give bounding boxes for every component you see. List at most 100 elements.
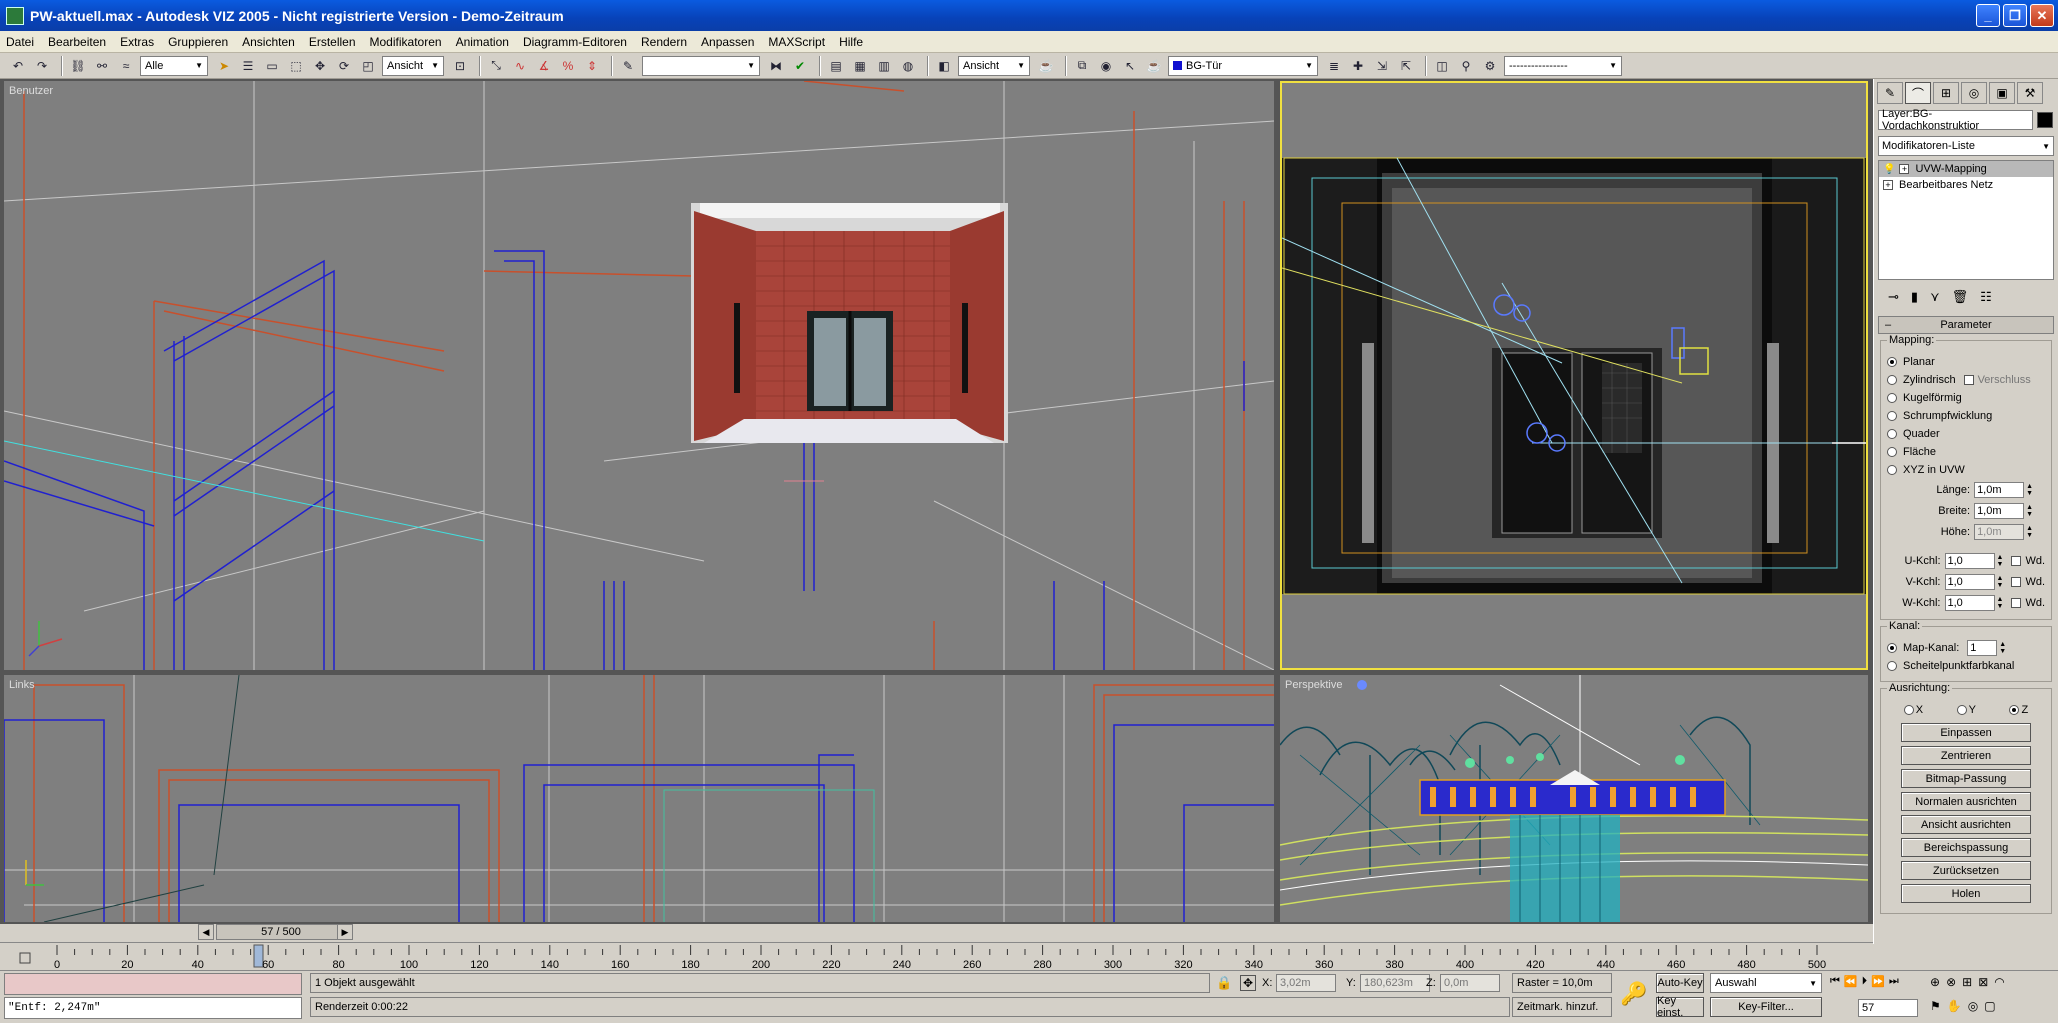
align-y-radio[interactable]: Y xyxy=(1956,704,1976,716)
zoom-extents-all-icon[interactable]: ⊠ xyxy=(1978,975,1988,989)
material-editor-icon[interactable]: ◍ xyxy=(898,56,918,76)
modify-tab-icon[interactable]: ⌒ xyxy=(1905,82,1931,104)
snap-toggle-icon[interactable]: ∿ xyxy=(510,56,530,76)
spinner-arrows-icon[interactable]: ▲ ▼ xyxy=(1997,596,2004,610)
add-to-layer-icon[interactable]: ⇲ xyxy=(1372,56,1392,76)
menu-maxscript[interactable]: MAXScript xyxy=(768,35,825,49)
zoom-all-icon[interactable]: ⊗ xyxy=(1946,975,1956,989)
pan-icon[interactable]: ✋ xyxy=(1947,999,1962,1013)
make-unique-icon[interactable]: ⋎ xyxy=(1930,289,1940,305)
settings-icon[interactable]: ⚙ xyxy=(1480,56,1500,76)
close-button[interactable]: ✕ xyxy=(2030,4,2054,27)
quick-render-icon[interactable]: ☕ xyxy=(1036,56,1056,76)
motion-tab-icon[interactable]: ◎ xyxy=(1961,82,1987,104)
object-color-swatch[interactable] xyxy=(2037,112,2053,128)
hierarchy-tab-icon[interactable]: ⊞ xyxy=(1933,82,1959,104)
remove-modifier-icon[interactable]: 🗑 xyxy=(1952,289,1969,305)
viewport-label-user[interactable]: Benutzer xyxy=(9,85,53,97)
spinner-arrows-icon[interactable]: ▲ ▼ xyxy=(1997,554,2004,568)
script-output-field[interactable]: "Entf: 2,247m" xyxy=(4,997,302,1019)
menu-extras[interactable]: Extras xyxy=(120,35,154,49)
align-icon[interactable]: ✔ xyxy=(790,56,810,76)
mapping-xyz-radio[interactable]: XYZ in UVW xyxy=(1887,461,2045,479)
time-slider-prev-button[interactable]: ◀ xyxy=(198,924,214,940)
height-spinner[interactable]: 1,0m xyxy=(1974,523,2025,540)
zoom-extents-icon[interactable]: ⊞ xyxy=(1962,975,1972,989)
render-scene-icon[interactable]: ◧ xyxy=(934,56,954,76)
viewport-left[interactable]: Links xyxy=(4,675,1274,922)
restore-button[interactable]: ❐ xyxy=(2003,4,2027,27)
viewport-user[interactable]: Benutzer xyxy=(4,81,1274,670)
select-manipulate-icon[interactable]: ⤡ xyxy=(486,56,506,76)
edit-named-selection-icon[interactable]: ✎ xyxy=(618,56,638,76)
menu-datei[interactable]: Datei xyxy=(6,35,34,49)
mapping-box-radio[interactable]: Quader xyxy=(1887,425,2045,443)
align-x-radio[interactable]: X xyxy=(1903,704,1923,716)
vertex-color-channel-radio[interactable]: Scheitelpunktfarbkanal xyxy=(1887,657,2045,675)
u-tile-spinner[interactable]: 1,0 xyxy=(1944,552,1995,569)
select-by-name-icon[interactable]: ☰ xyxy=(238,56,258,76)
time-slider[interactable]: 57 / 500 xyxy=(216,924,346,940)
maxscript-listener-mini[interactable] xyxy=(4,973,302,995)
named-selection-dropdown[interactable]: ▼ xyxy=(642,55,760,76)
menu-hilfe[interactable]: Hilfe xyxy=(839,35,863,49)
key-icon[interactable]: 🔑 xyxy=(1620,981,1647,1007)
menu-gruppieren[interactable]: Gruppieren xyxy=(168,35,228,49)
center-button[interactable]: Zentrieren xyxy=(1901,746,2031,765)
acquire-button[interactable]: Holen xyxy=(1901,884,2031,903)
mapping-shrinkwrap-radio[interactable]: Schrumpfwicklung xyxy=(1887,407,2045,425)
v-flip-checkbox[interactable] xyxy=(2011,576,2022,587)
map-channel-radio[interactable]: Map-Kanal: 1 ▲ ▼ xyxy=(1887,639,2045,657)
show-end-result-icon[interactable]: ▮ xyxy=(1911,289,1918,305)
spinner-arrows-icon[interactable]: ▲ ▼ xyxy=(2026,504,2033,518)
menu-animation[interactable]: Animation xyxy=(456,35,509,49)
align-z-radio[interactable]: Z xyxy=(2009,704,2028,716)
view-align-button[interactable]: Ansicht ausrichten xyxy=(1901,815,2031,834)
render-view-dropdown[interactable]: Ansicht ▼ xyxy=(958,55,1030,76)
pivot-center-icon[interactable]: ⊡ xyxy=(450,56,470,76)
create-layer-icon[interactable]: ✚ xyxy=(1348,56,1368,76)
render-layer-icon[interactable]: ☕ xyxy=(1144,56,1164,76)
auto-key-button[interactable]: Auto-Key xyxy=(1656,973,1704,993)
w-tile-spinner[interactable]: 1,0 xyxy=(1944,594,1995,611)
reference-coord-dropdown[interactable]: Ansicht ▼ xyxy=(382,55,444,76)
layer-dropdown[interactable]: BG-Tür ▼ xyxy=(1168,55,1318,76)
go-to-end-icon[interactable]: ⏭ xyxy=(1889,975,1899,988)
link-icon[interactable]: ⛓ xyxy=(68,56,88,76)
layers-icon[interactable]: ⧉ xyxy=(1072,56,1092,76)
cap-checkbox[interactable] xyxy=(1963,375,1974,385)
mapping-face-radio[interactable]: Fläche xyxy=(1887,443,2045,461)
bind-spacewarp-icon[interactable]: ≈ xyxy=(116,56,136,76)
menu-bearbeiten[interactable]: Bearbeiten xyxy=(48,35,106,49)
normal-align-button[interactable]: Normalen ausrichten xyxy=(1901,792,2031,811)
x-coord-field[interactable]: 3,02m xyxy=(1276,974,1336,992)
length-spinner[interactable]: 1,0m xyxy=(1974,481,2025,498)
key-filters-button[interactable]: Key-Filter... xyxy=(1710,997,1822,1017)
modifier-list-dropdown[interactable]: Modifikatoren-Liste ▼ xyxy=(1878,136,2054,156)
menu-ansichten[interactable]: Ansichten xyxy=(242,35,295,49)
viewport-label-perspective[interactable]: Perspektive xyxy=(1285,679,1342,691)
window-crossing-icon[interactable]: ⬚ xyxy=(286,56,306,76)
w-flip-checkbox[interactable] xyxy=(2011,597,2022,608)
stack-item-editable-mesh[interactable]: + Bearbeitbares Netz xyxy=(1879,177,2053,193)
rotate-icon[interactable]: ⟳ xyxy=(334,56,354,76)
menu-rendern[interactable]: Rendern xyxy=(641,35,687,49)
fit-button[interactable]: Einpassen xyxy=(1901,723,2031,742)
eye-icon[interactable]: ◉ xyxy=(1096,56,1116,76)
go-to-start-icon[interactable]: ⏮ xyxy=(1830,975,1840,988)
map-channel-spinner[interactable]: 1 xyxy=(1967,640,1998,656)
minimize-button[interactable]: _ xyxy=(1976,4,2000,27)
width-spinner[interactable]: 1,0m xyxy=(1974,502,2025,519)
mirror-icon[interactable]: ⧓ xyxy=(766,56,786,76)
key-mode-dropdown[interactable]: Auswahl ▼ xyxy=(1710,973,1822,993)
move-icon[interactable]: ✥ xyxy=(310,56,330,76)
unlink-icon[interactable]: ⚯ xyxy=(92,56,112,76)
object-name-field[interactable]: Layer:BG-Vordachkonstruktior xyxy=(1878,108,2033,132)
current-frame-field[interactable]: 57 xyxy=(1858,999,1918,1017)
freeze-icon[interactable]: ↖ xyxy=(1120,56,1140,76)
utilities-tab-icon[interactable]: ⚒ xyxy=(2017,82,2043,104)
expand-icon[interactable]: + xyxy=(1883,180,1893,190)
layer-manager-icon[interactable]: ▤ xyxy=(826,56,846,76)
box-icon[interactable]: ◫ xyxy=(1432,56,1452,76)
expand-icon[interactable]: + xyxy=(1899,164,1910,174)
